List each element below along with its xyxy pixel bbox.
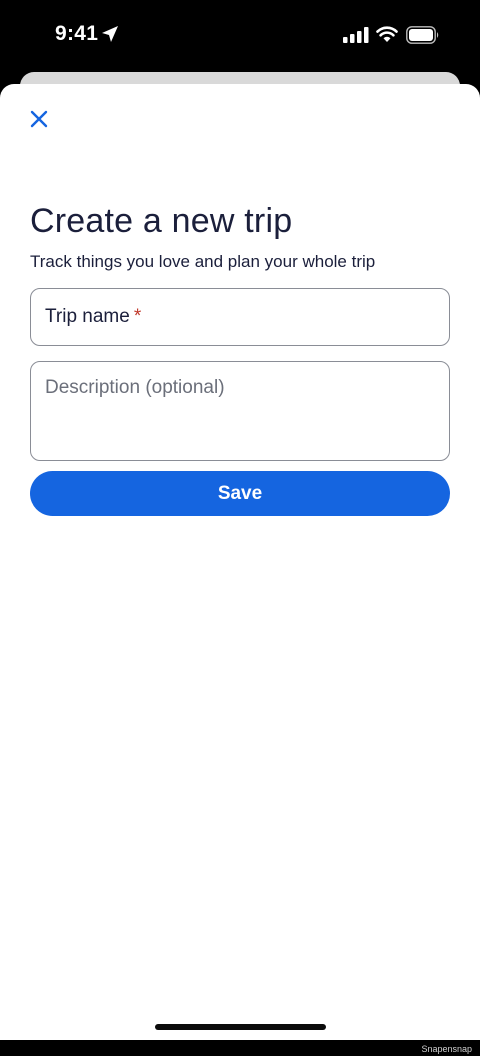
trip-name-field[interactable]: Trip name * bbox=[30, 288, 450, 346]
location-arrow-icon bbox=[102, 26, 118, 42]
phone-screen: 9:41 Create a new trip Track things you … bbox=[0, 0, 480, 1056]
description-field[interactable]: Description (optional) bbox=[30, 361, 450, 461]
description-placeholder: Description (optional) bbox=[45, 377, 225, 398]
status-time: 9:41 bbox=[55, 22, 99, 45]
close-button[interactable] bbox=[24, 104, 54, 134]
bottom-strip bbox=[0, 1040, 480, 1056]
battery-icon bbox=[406, 26, 439, 44]
cellular-signal-icon bbox=[343, 27, 369, 43]
page-title: Create a new trip bbox=[30, 202, 293, 240]
wifi-icon bbox=[376, 26, 398, 42]
home-indicator bbox=[155, 1024, 326, 1030]
create-trip-sheet: Create a new trip Track things you love … bbox=[0, 84, 480, 1040]
status-bar: 9:41 bbox=[0, 0, 480, 72]
trip-name-label: Trip name * bbox=[45, 306, 142, 327]
save-button[interactable]: Save bbox=[30, 471, 450, 516]
required-mark: * bbox=[133, 306, 142, 327]
close-icon bbox=[30, 110, 48, 128]
watermark: Snapensnap bbox=[421, 1044, 472, 1054]
page-subtitle: Track things you love and plan your whol… bbox=[30, 252, 376, 271]
